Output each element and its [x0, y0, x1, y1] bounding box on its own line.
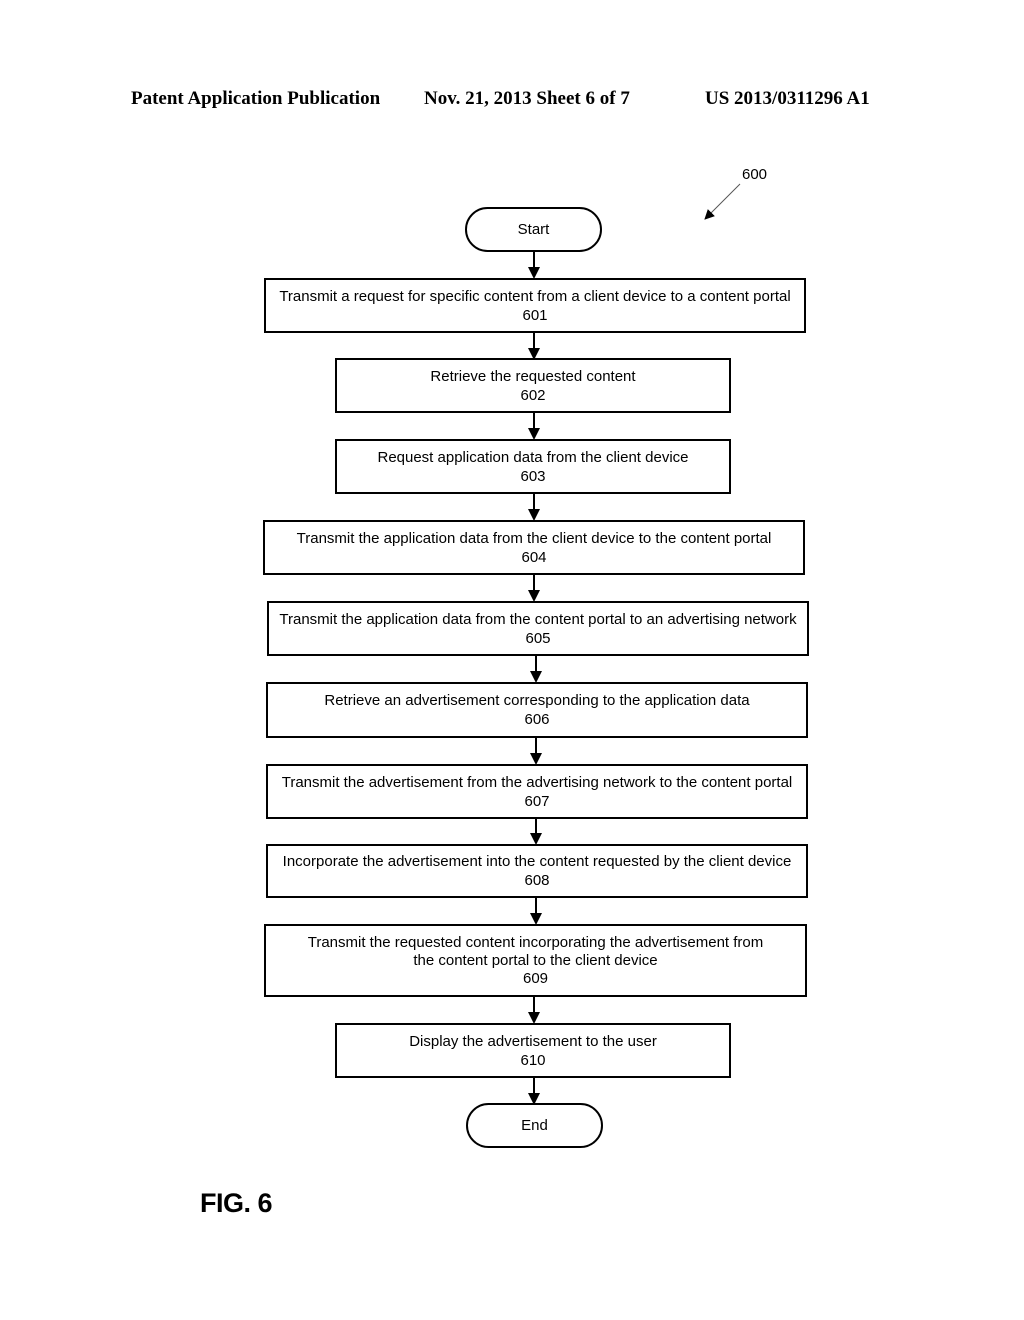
end-terminal: End: [466, 1103, 603, 1148]
step-604-box: Transmit the application data from the c…: [263, 520, 805, 575]
step-number: 605: [525, 629, 551, 647]
step-text: Transmit a request for specific content …: [279, 287, 791, 305]
step-606-box: Retrieve an advertisement corresponding …: [266, 682, 808, 738]
step-text: Retrieve an advertisement corresponding …: [324, 692, 750, 709]
step-text: Display the advertisement to the user: [409, 1032, 657, 1050]
step-text: Retrieve the requested content: [430, 367, 636, 385]
step-text: Transmit the application data from the c…: [279, 610, 797, 628]
step-number: 603: [520, 467, 546, 485]
step-number: 606: [524, 711, 550, 728]
figure-label: FIG. 6: [200, 1188, 273, 1218]
step-603-box: Request application data from the client…: [335, 439, 731, 494]
reference-leader-arrow: [704, 183, 741, 220]
step-text: Transmit the application data from the c…: [296, 529, 772, 547]
start-terminal: Start: [465, 207, 602, 252]
step-text: Transmit the advertisement from the adve…: [281, 773, 793, 791]
step-609-box: Transmit the requested content incorpora…: [264, 924, 807, 997]
step-601-box: Transmit a request for specific content …: [264, 278, 806, 333]
step-text: Incorporate the advertisement into the c…: [282, 853, 792, 870]
step-number: 601: [522, 306, 548, 324]
step-number: 608: [524, 872, 550, 889]
step-text: Transmit the requested content incorpora…: [307, 933, 764, 969]
step-602-box: Retrieve the requested content 602: [335, 358, 731, 413]
step-text: Request application data from the client…: [377, 448, 689, 466]
step-number: 604: [521, 548, 547, 566]
step-number: 602: [520, 386, 546, 404]
step-number: 607: [524, 792, 550, 810]
step-608-box: Incorporate the advertisement into the c…: [266, 844, 808, 898]
step-number: 610: [520, 1051, 546, 1069]
step-605-box: Transmit the application data from the c…: [267, 601, 809, 656]
step-number: 609: [522, 969, 549, 987]
step-610-box: Display the advertisement to the user 61…: [335, 1023, 731, 1078]
step-607-box: Transmit the advertisement from the adve…: [266, 764, 808, 819]
